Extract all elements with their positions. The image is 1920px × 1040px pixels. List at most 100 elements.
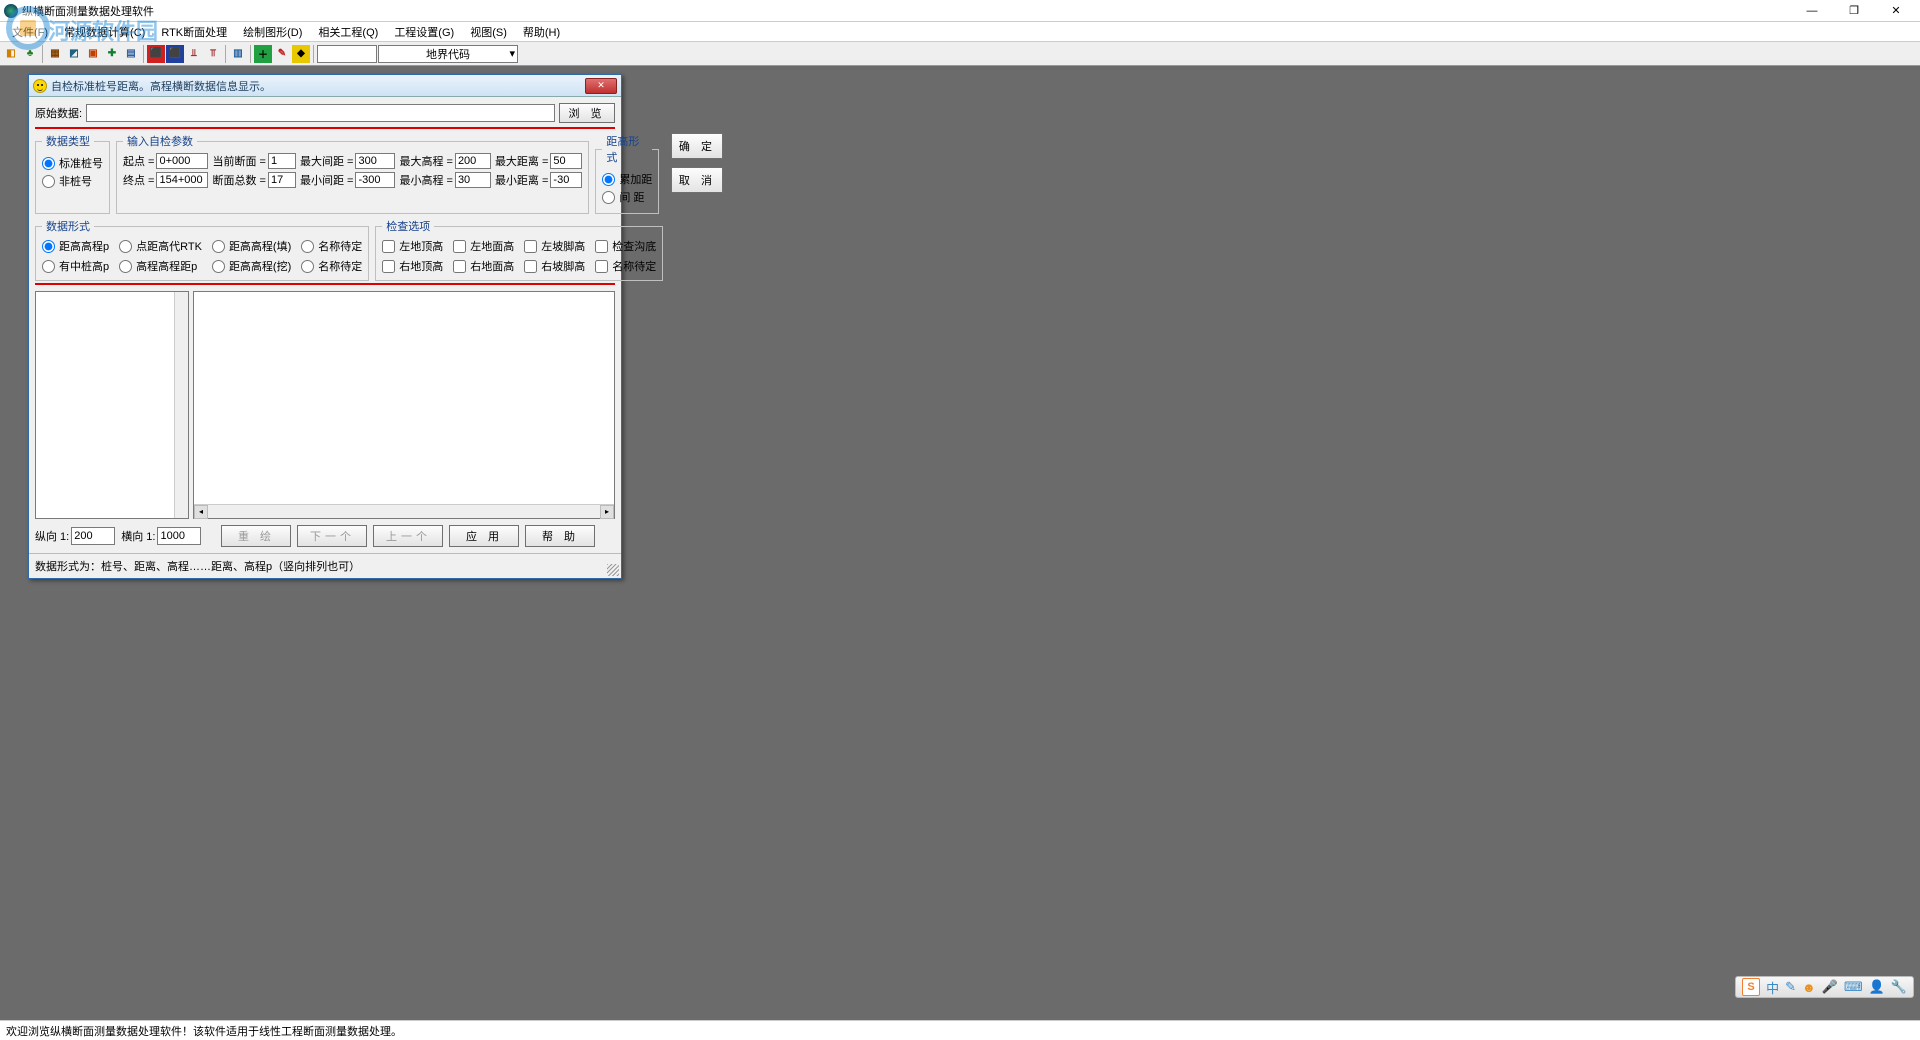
fs-check-params: 输入自检参数 起点 = 终点 = 当前断面 = 断面总数 = 最大间距 = 最小: [116, 133, 589, 214]
list-pane[interactable]: [35, 291, 189, 519]
tb-icon-1[interactable]: ◧: [2, 45, 20, 63]
input-start[interactable]: [156, 153, 208, 169]
radio-form-6[interactable]: 距高高程(挖): [212, 258, 291, 274]
chk-opt-4[interactable]: 右地顶高: [382, 258, 443, 274]
radio-non-stake[interactable]: 非桩号: [42, 173, 103, 189]
menu-draw[interactable]: 绘制图形(D): [235, 22, 310, 42]
ime-zhong-icon[interactable]: 中: [1766, 978, 1779, 997]
smiley-icon: [33, 79, 47, 93]
divider-red: [35, 127, 615, 129]
minimize-button[interactable]: —: [1792, 1, 1832, 21]
ime-face-icon[interactable]: ☻: [1802, 980, 1816, 995]
source-data-input[interactable]: [86, 104, 555, 122]
tb-icon-4[interactable]: ◩: [65, 45, 83, 63]
radio-form-5[interactable]: 高程高程距p: [119, 258, 202, 274]
tb-icon-10[interactable]: ⫫: [185, 45, 203, 63]
cancel-button[interactable]: 取 消: [671, 167, 723, 193]
menu-related[interactable]: 相关工程(Q): [310, 22, 386, 42]
radio-std-stake[interactable]: 标准桩号: [42, 155, 103, 171]
chk-opt-6[interactable]: 右坡脚高: [524, 258, 585, 274]
browse-button[interactable]: 浏 览: [559, 103, 615, 123]
ime-sogou-icon[interactable]: S: [1742, 978, 1760, 996]
input-min-dist[interactable]: [550, 172, 582, 188]
close-button[interactable]: ✕: [1876, 1, 1916, 21]
chk-opt-1[interactable]: 左地面高: [453, 238, 514, 254]
input-max-gap[interactable]: [355, 153, 395, 169]
next-button[interactable]: 下一个: [297, 525, 367, 547]
ime-user-icon[interactable]: 👤: [1869, 979, 1885, 995]
radio-form-0[interactable]: 距高高程p: [42, 238, 109, 254]
ok-button[interactable]: 确 定: [671, 133, 723, 159]
radio-form-3[interactable]: 名称待定: [301, 238, 362, 254]
fs-dist-form: 距高形式 累加距 间 距: [595, 133, 659, 214]
tb-icon-6[interactable]: ✚: [103, 45, 121, 63]
ime-keyboard-icon[interactable]: ⌨: [1844, 979, 1863, 995]
chk-opt-2[interactable]: 左坡脚高: [524, 238, 585, 254]
dialog-title-bar[interactable]: 自检标准桩号距离。高程横断数据信息显示。 ✕: [29, 75, 621, 97]
menu-help[interactable]: 帮助(H): [515, 22, 568, 42]
prev-button[interactable]: 上一个: [373, 525, 443, 547]
apply-button[interactable]: 应 用: [449, 525, 519, 547]
list-scrollbar[interactable]: [174, 292, 188, 518]
resize-grip-icon[interactable]: [607, 564, 619, 576]
tb-icon-3[interactable]: ▦: [46, 45, 64, 63]
dialog-status-bar: 数据形式为：桩号、距离、高程……距离、高程p（竖向排列也可）: [29, 553, 621, 578]
chk-opt-3[interactable]: 检查沟底: [595, 238, 656, 254]
help-button[interactable]: 帮 助: [525, 525, 595, 547]
hscale-label: 横向 1:: [121, 528, 155, 544]
vscale-input[interactable]: [71, 527, 115, 545]
menu-calc[interactable]: 常规数据计算(C): [56, 22, 153, 42]
chk-opt-5[interactable]: 右地面高: [453, 258, 514, 274]
tb-icon-12[interactable]: ▥: [229, 45, 247, 63]
redraw-button[interactable]: 重 绘: [221, 525, 291, 547]
ime-mic-icon[interactable]: 🎤: [1822, 979, 1838, 995]
hscale-input[interactable]: [157, 527, 201, 545]
radio-form-4[interactable]: 有中桩高p: [42, 258, 109, 274]
tb-combo-boundary-code[interactable]: 地界代码: [378, 45, 518, 63]
input-max-elev[interactable]: [455, 153, 491, 169]
menu-file[interactable]: 文件(F): [4, 22, 56, 42]
ime-punct-icon[interactable]: ✎: [1785, 979, 1796, 995]
tb-icon-8[interactable]: ⬛: [147, 45, 165, 63]
tb-icon-9[interactable]: ⬛: [166, 45, 184, 63]
tb-input[interactable]: [317, 45, 377, 63]
tb-icon-13[interactable]: ＋: [254, 45, 272, 63]
app-icon: [4, 4, 18, 18]
tb-icon-11[interactable]: ⫪: [204, 45, 222, 63]
menu-view[interactable]: 视图(S): [462, 22, 515, 42]
tb-icon-14[interactable]: ✎: [273, 45, 291, 63]
tb-icon-7[interactable]: ▤: [122, 45, 140, 63]
ime-tool-icon[interactable]: 🔧: [1891, 979, 1907, 995]
app-title: 纵横断面测量数据处理软件: [22, 3, 1792, 19]
input-current-section[interactable]: [268, 153, 296, 169]
fs-data-form: 数据形式 距高高程p 点距高代RTK 距高高程(填) 名称待定 有中桩高p 高程…: [35, 218, 369, 281]
input-min-elev[interactable]: [455, 172, 491, 188]
menu-settings[interactable]: 工程设置(G): [386, 22, 462, 42]
radio-form-7[interactable]: 名称待定: [301, 258, 362, 274]
preview-hscroll[interactable]: ◂ ▸: [194, 504, 614, 518]
radio-interval[interactable]: 间 距: [602, 189, 652, 205]
scroll-right-icon[interactable]: ▸: [600, 505, 614, 519]
input-total-sections[interactable]: [268, 172, 296, 188]
chk-opt-7[interactable]: 名称待定: [595, 258, 656, 274]
menu-rtk[interactable]: RTK断面处理: [153, 22, 235, 42]
tb-icon-2[interactable]: ♣: [21, 45, 39, 63]
preview-pane[interactable]: ◂ ▸: [193, 291, 615, 519]
mdi-client-area: 自检标准桩号距离。高程横断数据信息显示。 ✕ 原始数据: 浏 览 数据类型 标准…: [0, 66, 1920, 1020]
vscale-label: 纵向 1:: [35, 528, 69, 544]
fs-data-type: 数据类型 标准桩号 非桩号: [35, 133, 110, 214]
radio-form-2[interactable]: 距高高程(填): [212, 238, 291, 254]
ime-tray[interactable]: S 中 ✎ ☻ 🎤 ⌨ 👤 🔧: [1735, 976, 1914, 998]
input-end[interactable]: [156, 172, 208, 188]
radio-accum[interactable]: 累加距: [602, 171, 652, 187]
status-bar: 欢迎浏览纵横断面测量数据处理软件！该软件适用于线性工程断面测量数据处理。: [0, 1020, 1920, 1040]
scroll-left-icon[interactable]: ◂: [194, 505, 208, 519]
radio-form-1[interactable]: 点距高代RTK: [119, 238, 202, 254]
tb-icon-15[interactable]: ◆: [292, 45, 310, 63]
input-max-dist[interactable]: [550, 153, 582, 169]
dialog-close-button[interactable]: ✕: [585, 78, 617, 94]
input-min-gap[interactable]: [355, 172, 395, 188]
maximize-button[interactable]: ❐: [1834, 1, 1874, 21]
chk-opt-0[interactable]: 左地顶高: [382, 238, 443, 254]
tb-icon-5[interactable]: ▣: [84, 45, 102, 63]
